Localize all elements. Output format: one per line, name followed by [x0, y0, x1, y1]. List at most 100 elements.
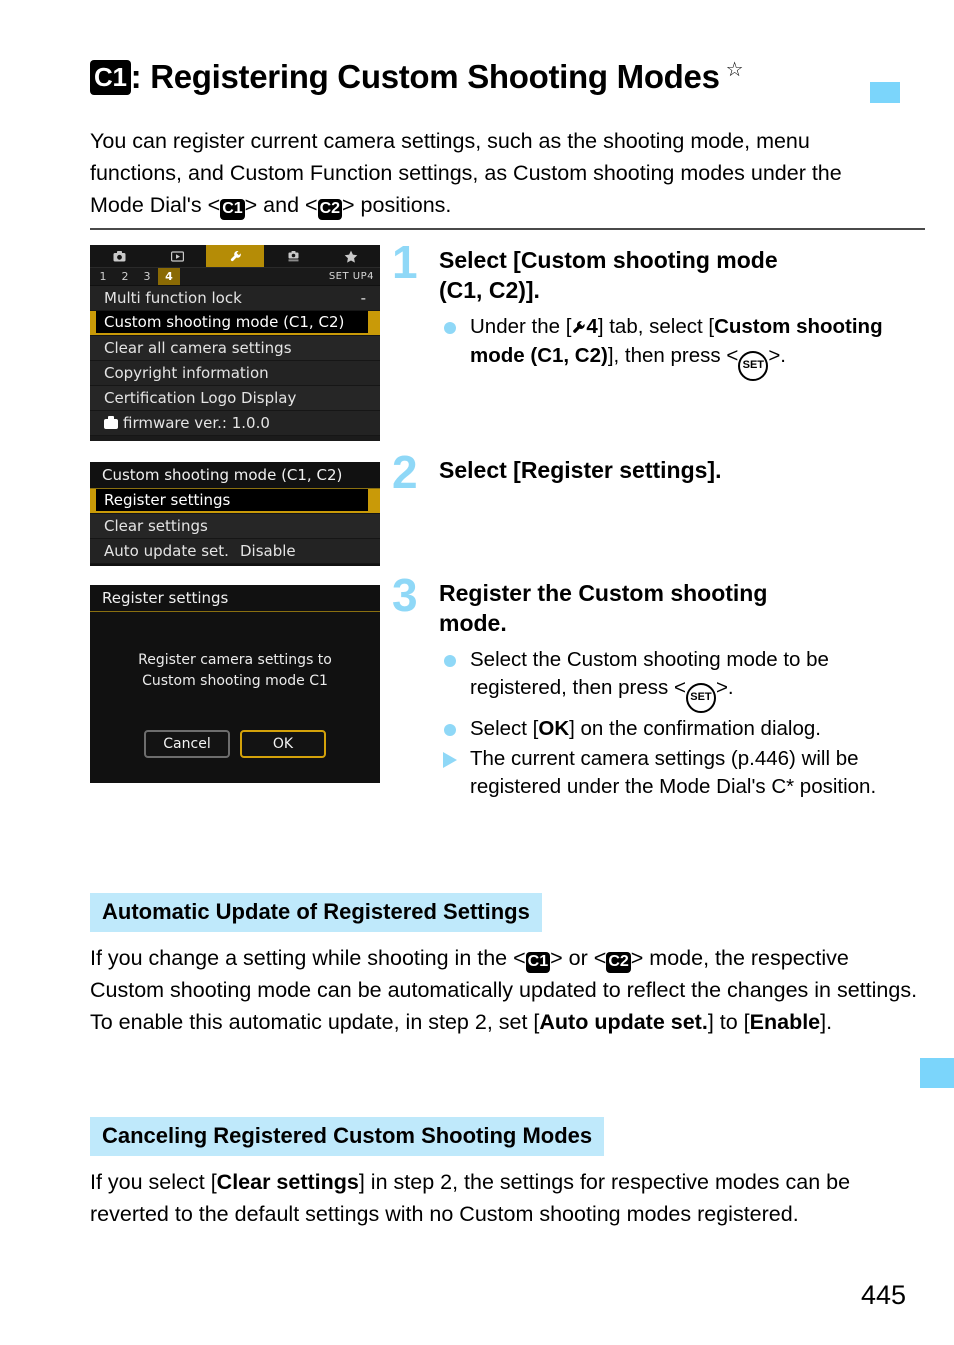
submenu-item-auto-update-set[interactable]: Auto update set. Disable: [90, 539, 380, 564]
bullet-text-post: ] on the confirmation dialog.: [569, 717, 821, 740]
menu-page-number-row: 1 2 3 4 SET UP4: [90, 268, 380, 285]
menu-tab-bar: [90, 245, 380, 268]
page-title: C1: Registering Custom Shooting Modes ☆: [90, 58, 890, 97]
intro-text-mid: > and <: [244, 193, 318, 217]
chapter-tab-marker-top: [870, 82, 900, 103]
step-2-title: Select [Register settings].: [439, 457, 722, 483]
camera-icon: [104, 416, 118, 429]
tab-camera-icon: [90, 245, 148, 267]
bullet-text-prefix: Select the Custom shooting mode to be re…: [470, 648, 829, 699]
menu-item-label: Clear all camera settings: [104, 339, 292, 357]
section-text-bold1: Auto update set.: [539, 1010, 708, 1034]
step-3-bullet-2: Select [OK] on the confirmation dialog.: [439, 715, 927, 743]
bullet-text: The current camera settings (p.446) will…: [470, 747, 877, 798]
step-1-bullet-1: Under the [ 4] tab, select [Custom shoot…: [439, 313, 927, 381]
menu-item-label: firmware ver.: 1.0.0: [123, 414, 270, 432]
step-1-bullets: Under the [ 4] tab, select [Custom shoot…: [439, 313, 927, 381]
tab-my-menu-star-icon: [322, 245, 380, 267]
section-text-bold1: Clear settings: [216, 1170, 359, 1194]
page-number: 445: [860, 1280, 906, 1310]
dialog-message-line2: Custom shooting mode C1: [142, 673, 328, 689]
section-text-p1: If you change a setting while shooting i…: [90, 946, 526, 970]
star-superscript-icon: ☆: [725, 59, 744, 81]
bullet-text-mid: ] tab, select [: [597, 315, 715, 338]
section-heading-automatic-update: Automatic Update of Registered Settings: [90, 893, 542, 932]
menu-item-clear-all-camera-settings[interactable]: Clear all camera settings: [90, 336, 380, 361]
c1-mode-badge-icon-inline: C1: [525, 952, 551, 973]
menu-item-certification-logo-display[interactable]: Certification Logo Display: [90, 386, 380, 411]
menu-item-label: Custom shooting mode (C1, C2): [96, 311, 368, 333]
menu-item-label: Multi function lock: [104, 289, 242, 307]
submenu-item-register-settings[interactable]: Register settings: [90, 489, 380, 514]
section-text-bold2: Enable: [749, 1010, 821, 1034]
step-2: 2 Select [Register settings].: [392, 449, 927, 495]
custom-functions-camera-icon: [288, 250, 298, 261]
menu-page-3[interactable]: 3: [136, 268, 158, 285]
set-button-icon: SET: [738, 351, 769, 381]
submenu-item-label: Register settings: [96, 489, 368, 511]
menu-item-value: -: [360, 289, 366, 307]
bullet-dot-icon: [444, 322, 456, 334]
camera-menu-screenshot-setup4: 1 2 3 4 SET UP4 Multi function lock - Cu…: [90, 245, 380, 441]
submenu-item-value: Disable: [240, 542, 296, 560]
c1-mode-badge-icon: C1: [90, 60, 131, 95]
bullet-text-prefix: Under the [: [470, 315, 572, 338]
section-text-p5: ].: [820, 1010, 833, 1034]
bullet-text-end: >.: [768, 344, 786, 367]
intro-text-part2: > positions.: [342, 193, 452, 217]
bullet-tab-number: 4: [586, 315, 598, 338]
menu-item-custom-shooting-mode[interactable]: Custom shooting mode (C1, C2): [90, 311, 380, 336]
section-heading-canceling: Canceling Registered Custom Shooting Mod…: [90, 1117, 605, 1156]
submenu-item-list: Register settings Clear settings Auto up…: [90, 489, 380, 564]
menu-page-1[interactable]: 1: [92, 268, 114, 285]
step-3-bullet-1: Select the Custom shooting mode to be re…: [439, 646, 927, 713]
bullet-dot-icon: [444, 655, 456, 667]
submenu-item-label: Auto update set.: [104, 542, 229, 560]
step-3-bullets: Select the Custom shooting mode to be re…: [439, 646, 927, 801]
wrench-icon-svg: [573, 321, 586, 333]
step-3-title-line1: Register the Custom shooting: [439, 580, 768, 606]
wrench-icon: [230, 250, 241, 261]
camera-menu-screenshot-register-confirmation: Register settings Register camera settin…: [90, 585, 380, 783]
menu-item-copyright-information[interactable]: Copyright information: [90, 361, 380, 386]
menu-item-firmware-version[interactable]: firmware ver.: 1.0.0: [90, 411, 380, 436]
bullet-text-prefix: Select [: [470, 717, 539, 740]
step-1: 1 Select [Custom shooting mode (C1, C2)]…: [392, 239, 927, 383]
section-body-canceling: If you select [Clear settings] in step 2…: [90, 1166, 925, 1230]
tab-playback-icon: [148, 245, 206, 267]
step-3: 3 Register the Custom shooting mode. Sel…: [392, 572, 927, 803]
submenu-title: Custom shooting mode (C1, C2): [90, 462, 380, 489]
menu-item-list: Multi function lock - Custom shooting mo…: [90, 286, 380, 441]
step-3-title: Register the Custom shooting mode.: [439, 578, 927, 638]
ok-button[interactable]: OK: [240, 730, 326, 758]
intro-paragraph: You can register current camera settings…: [90, 125, 890, 221]
step-1-title-line1: Select [Custom shooting mode: [439, 247, 778, 273]
playback-icon: [170, 250, 184, 262]
result-arrow-icon: [443, 752, 457, 768]
cancel-button[interactable]: Cancel: [144, 730, 230, 758]
bullet-dot-icon: [444, 724, 456, 736]
submenu-item-clear-settings[interactable]: Clear settings: [90, 514, 380, 539]
menu-page-2[interactable]: 2: [114, 268, 136, 285]
menu-page-4[interactable]: 4: [158, 268, 180, 285]
c2-mode-badge-icon-inline: C2: [317, 199, 343, 220]
c1-mode-badge-icon-inline: C1: [220, 199, 245, 220]
star-icon: [344, 250, 358, 263]
dialog-button-row: Cancel OK: [90, 730, 380, 770]
bullet-text-suffix: ], then press <: [607, 344, 739, 367]
menu-item-multi-function-lock[interactable]: Multi function lock -: [90, 286, 380, 311]
section-body-automatic-update: If you change a setting while shooting i…: [90, 942, 925, 1038]
chapter-tab-marker-side: [920, 1058, 954, 1088]
bullet-text-post: >.: [715, 676, 734, 699]
page-title-text: : Registering Custom Shooting Modes: [130, 58, 720, 95]
step-3-title-line2: mode.: [439, 610, 507, 636]
step-1-title: Select [Custom shooting mode (C1, C2)].: [439, 245, 927, 305]
menu-empty-area: [90, 436, 380, 441]
camera-menu-screenshot-custom-shooting-mode: Custom shooting mode (C1, C2) Register s…: [90, 462, 380, 566]
intro-text-part1: You can register current camera settings…: [90, 129, 842, 217]
horizontal-divider: [90, 228, 925, 230]
step-3-number: 3: [392, 569, 418, 621]
section-text-p4: ] to [: [707, 1010, 750, 1034]
set-button-icon: SET: [685, 683, 716, 713]
step-3-bullet-3: The current camera settings (p.446) will…: [439, 745, 927, 801]
